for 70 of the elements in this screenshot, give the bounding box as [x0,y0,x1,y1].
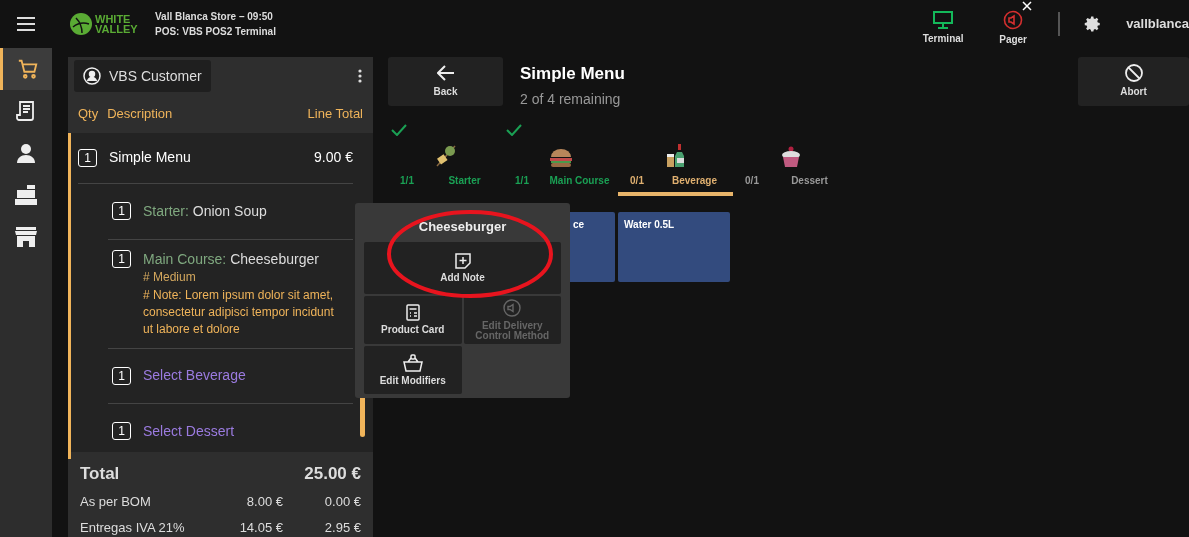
tax-amount: 0.00 € [323,493,361,511]
pos-terminal: POS: VBS POS2 Terminal [155,25,276,39]
course-item: Starter: Onion Soup [143,202,267,220]
store-icon[interactable] [15,227,37,247]
drinks-icon [665,143,686,168]
arrow-left-icon [436,64,455,81]
checkmark-icon [506,123,522,136]
cart-icon[interactable] [16,58,39,80]
tax-label: Entregas IVA 21% [80,518,185,537]
cash-register-icon[interactable] [15,185,37,205]
select-course-link[interactable]: Select Dessert [143,420,235,442]
course-tab[interactable]: 0/1 Dessert [733,123,848,196]
total-amount: 25.00 € [304,462,361,485]
skewer-icon [434,143,457,168]
popup-title: Cheeseburger [417,218,508,236]
checkmark-icon [391,123,407,136]
prohibited-icon [1124,64,1143,82]
course-tab[interactable]: 1/1 Starter [388,123,503,196]
quantity-badge: 1 [112,202,131,220]
tax-base: 8.00 € [246,493,283,511]
quantity-badge: 1 [78,148,97,167]
person-icon[interactable] [16,143,36,163]
menu-title: Simple Menu [520,63,625,85]
select-course-link[interactable]: Select Beverage [143,365,246,386]
abort-button[interactable]: Abort [1078,57,1189,106]
note-add-icon [454,252,471,269]
product-tile[interactable]: Water 0.5L [618,211,730,282]
add-note-button[interactable]: Add Note [364,241,561,294]
logo-icon [70,13,92,35]
calculator-icon [405,304,420,321]
column-header: Description [107,105,173,124]
item-modifier: # Medium [143,268,197,286]
speaker-icon [503,298,522,317]
receipt-icon[interactable] [16,100,36,122]
pager-icon [1003,10,1024,30]
more-options-icon[interactable] [358,69,362,84]
customer-button[interactable]: VBS Customer [74,60,211,93]
column-header: Line Total [307,105,363,124]
user-name[interactable]: vallblanca [1126,14,1189,34]
item-note: # Note: Lorem ipsum dolor sit amet, consectetur adipisci tempor incidunt ut labore et dolore [143,286,335,338]
pager-button[interactable]: Pager [978,1,1049,47]
cupcake-icon [779,145,802,168]
close-icon [1022,1,1033,11]
tax-amount: 2.95 € [323,518,361,537]
settings-icon[interactable] [1084,15,1103,33]
logo-text: WHITE VALLEY [95,14,139,34]
tax-label: As per BOM [80,493,151,511]
column-header: Qty [78,105,99,124]
back-button[interactable]: Back [388,57,503,106]
sidebar-item[interactable] [0,48,52,90]
course-tab[interactable]: 0/1 Beverage [618,123,733,196]
line-description: Simple Menu [109,148,191,167]
quantity-badge: 1 [112,249,131,268]
terminal-button[interactable]: Terminal [908,2,979,46]
quantity-badge: 1 [112,366,131,385]
line-total: 9.00 € [314,148,353,167]
tax-base: 14.05 € [239,518,283,537]
burger-icon [548,147,573,168]
quantity-badge: 1 [112,422,131,440]
product-card-button[interactable]: Product Card [364,295,462,344]
edit-modifiers-button[interactable]: Edit Modifiers [364,345,462,394]
basket-icon [402,353,423,372]
account-icon [83,67,101,86]
course-item: Main Course: Cheeseburger [143,249,320,268]
course-tab[interactable]: 1/1 Main Course [503,123,618,196]
total-label: Total [80,462,120,485]
store-name: Vall Blanca Store – 09:50 [155,10,274,24]
remaining-count: 2 of 4 remaining [520,89,622,109]
menu-icon[interactable] [17,17,35,31]
monitor-icon [933,11,954,29]
